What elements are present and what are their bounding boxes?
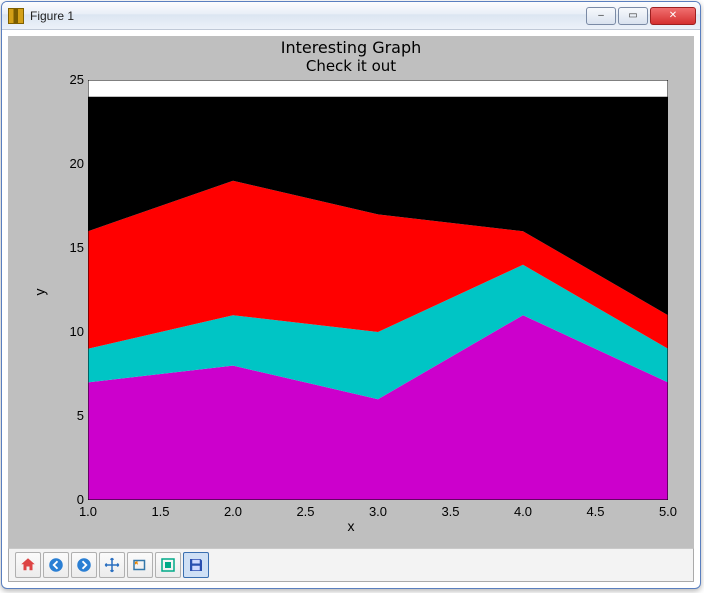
x-tick: 4.5 (581, 504, 611, 519)
x-tick: 5.0 (653, 504, 683, 519)
back-button[interactable] (43, 552, 69, 578)
x-tick: 1.0 (73, 504, 103, 519)
y-axis-label: y (32, 289, 48, 296)
window-title: Figure 1 (30, 9, 586, 23)
figure-canvas: Interesting Graph Check it out y x 05101… (8, 36, 694, 548)
back-icon (47, 556, 65, 574)
y-tick: 25 (54, 72, 84, 87)
window-frame: Figure 1 – ▭ ✕ Interesting Graph Check i… (1, 1, 701, 589)
zoom-icon (131, 556, 149, 574)
home-button[interactable] (15, 552, 41, 578)
minimize-icon: – (598, 10, 604, 21)
forward-icon (75, 556, 93, 574)
close-icon: ✕ (669, 10, 677, 21)
maximize-icon: ▭ (628, 10, 637, 21)
y-tick: 10 (54, 324, 84, 339)
save-icon (187, 556, 205, 574)
x-tick: 3.5 (436, 504, 466, 519)
chart-subtitle: Check it out (8, 57, 694, 75)
configure-button[interactable] (155, 552, 181, 578)
plot-axes[interactable] (88, 80, 668, 500)
pan-icon (103, 556, 121, 574)
pan-button[interactable] (99, 552, 125, 578)
titlebar[interactable]: Figure 1 – ▭ ✕ (2, 2, 700, 30)
app-icon (8, 8, 24, 24)
x-tick: 2.0 (218, 504, 248, 519)
area-chart-svg (88, 80, 668, 500)
close-button[interactable]: ✕ (650, 7, 696, 25)
x-tick: 2.5 (291, 504, 321, 519)
forward-button[interactable] (71, 552, 97, 578)
zoom-button[interactable] (127, 552, 153, 578)
x-tick: 3.0 (363, 504, 393, 519)
x-axis-label: x (348, 518, 355, 534)
home-icon (19, 556, 37, 574)
minimize-button[interactable]: – (586, 7, 616, 25)
maximize-button[interactable]: ▭ (618, 7, 648, 25)
nav-toolbar (8, 548, 694, 582)
y-tick: 5 (54, 408, 84, 423)
save-button[interactable] (183, 552, 209, 578)
y-tick: 20 (54, 156, 84, 171)
window-buttons: – ▭ ✕ (586, 7, 696, 25)
y-tick: 15 (54, 240, 84, 255)
x-tick: 1.5 (146, 504, 176, 519)
x-tick: 4.0 (508, 504, 538, 519)
chart-title: Interesting Graph (8, 38, 694, 57)
configure-icon (159, 556, 177, 574)
